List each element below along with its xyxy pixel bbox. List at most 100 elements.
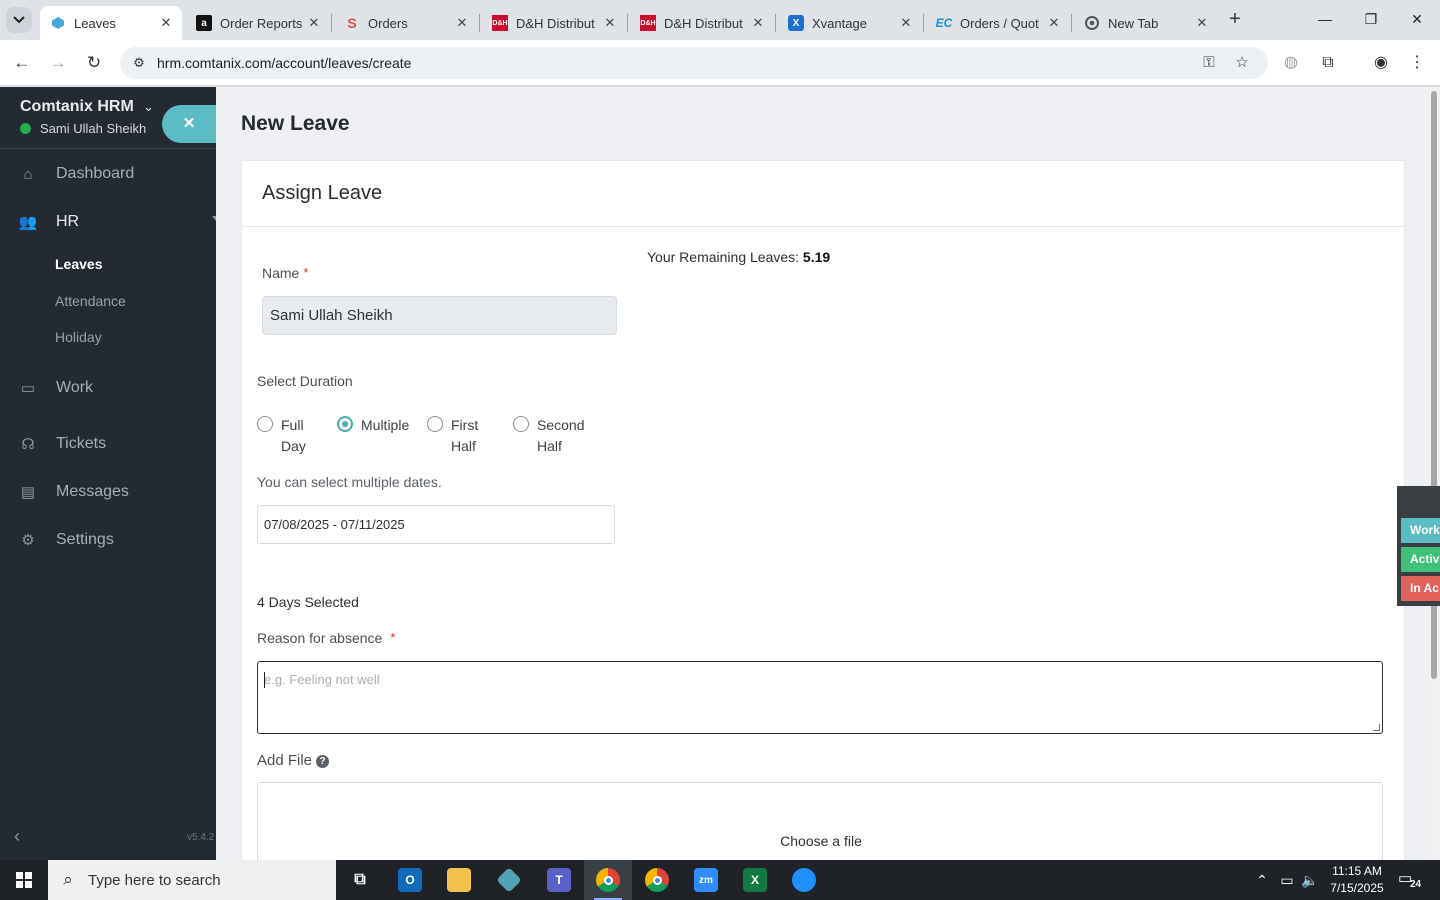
minimize-icon[interactable]: — xyxy=(1314,8,1336,30)
sidebar-item-label: Tickets xyxy=(56,435,107,452)
profile-icon[interactable]: ◉ xyxy=(1370,52,1392,74)
date-range-input[interactable]: 07/08/2025 - 07/11/2025 xyxy=(257,505,615,544)
browser-tab-dh-2[interactable]: D&H D&H Distribut ✕ xyxy=(630,6,774,40)
taskbar-search-box[interactable]: ⌕ Type here to search xyxy=(48,860,336,900)
status-chip-active[interactable]: Activ xyxy=(1401,547,1440,572)
address-bar[interactable]: ⚙ hrm.comtanix.com/account/leaves/create… xyxy=(120,47,1268,79)
sidebar-item-work[interactable]: ▭ Work xyxy=(0,368,216,408)
days-selected-count: 4 Days Selected xyxy=(257,594,359,610)
sidebar-item-tickets[interactable]: ☊ Tickets xyxy=(0,424,216,464)
key-icon[interactable]: ⚿ xyxy=(1198,53,1220,73)
close-icon[interactable]: ✕ xyxy=(602,15,618,31)
duration-second-half-radio[interactable]: Second Half xyxy=(513,415,597,457)
chrome-taskbar-icon-1[interactable] xyxy=(584,860,632,900)
add-file-label-text: Add File xyxy=(257,752,313,769)
close-icon[interactable]: ✕ xyxy=(1194,15,1210,31)
resize-handle[interactable] xyxy=(1373,724,1380,731)
duration-first-half-radio[interactable]: First Half xyxy=(427,415,503,457)
sidebar-subitem-attendance[interactable]: Attendance xyxy=(55,293,126,309)
chrome-icon xyxy=(1084,15,1100,31)
notifications-icon[interactable]: ▭ 24 xyxy=(1398,869,1422,891)
address-url: hrm.comtanix.com/account/leaves/create xyxy=(157,55,412,71)
volume-icon[interactable]: 🔈 xyxy=(1299,860,1321,900)
teams-icon[interactable]: T xyxy=(535,860,583,900)
site-settings-icon[interactable]: ⚙ xyxy=(130,54,148,72)
duration-multiple-radio[interactable]: Multiple xyxy=(337,415,421,436)
chrome-taskbar-icon-2[interactable] xyxy=(633,860,681,900)
duration-full-day-radio[interactable]: Full Day xyxy=(257,415,333,457)
add-file-label: Add File? xyxy=(257,752,330,769)
main-content: New Leave Assign Leave Name * Sami Ullah … xyxy=(216,87,1428,860)
dh-icon: D&H xyxy=(492,15,508,31)
sidebar-subitem-leaves[interactable]: Leaves xyxy=(55,256,102,272)
headset-icon: ☊ xyxy=(21,436,35,453)
sidebar-subitem-holiday[interactable]: Holiday xyxy=(55,329,102,345)
name-field[interactable]: Sami Ullah Sheikh xyxy=(262,296,617,335)
zoom-icon[interactable]: zm xyxy=(682,860,730,900)
assign-leave-card: Assign Leave Name * Sami Ullah Sheikh You… xyxy=(241,160,1406,860)
network-icon[interactable]: ▭ xyxy=(1276,860,1298,900)
reason-textarea[interactable]: e.g. Feeling not well xyxy=(257,661,1383,734)
chat-icon: ▤ xyxy=(20,484,36,501)
file-explorer-icon[interactable] xyxy=(435,860,483,900)
new-tab-button[interactable]: + xyxy=(1224,8,1246,30)
chevron-down-icon xyxy=(13,16,25,24)
current-user-name: Sami Ullah Sheikh xyxy=(40,121,147,136)
browser-tab-new-tab[interactable]: New Tab ✕ xyxy=(1074,6,1218,40)
bookmark-star-icon[interactable]: ☆ xyxy=(1231,53,1253,73)
back-icon[interactable]: ← xyxy=(11,52,33,74)
sidebar-item-hr[interactable]: 👥 HR xyxy=(0,202,216,242)
browser-tab-orders[interactable]: S Orders ✕ xyxy=(334,6,478,40)
menu-dots-icon[interactable]: ⋮ xyxy=(1406,52,1428,74)
clock-date: 7/15/2025 xyxy=(1330,881,1384,895)
sidebar-item-dashboard[interactable]: ⌂ Dashboard xyxy=(0,154,216,194)
task-view-icon[interactable]: ⧉ xyxy=(336,860,384,900)
browser-tab-dh-1[interactable]: D&H D&H Distribut ✕ xyxy=(482,6,626,40)
browser-tab-order-reports[interactable]: a Order Reports ✕ xyxy=(186,6,330,40)
page-scrollbar[interactable] xyxy=(1428,87,1440,860)
radio-button[interactable] xyxy=(513,416,529,432)
close-icon[interactable]: ✕ xyxy=(1046,15,1062,31)
sidebar-item-messages[interactable]: ▤ Messages xyxy=(0,472,216,512)
taskbar-clock[interactable]: 11:15 AM 7/15/2025 xyxy=(1326,863,1388,897)
start-button[interactable] xyxy=(0,860,48,900)
chevron-down-icon[interactable]: ⌄ xyxy=(143,99,154,115)
translate-icon[interactable]: ◍ xyxy=(1280,52,1302,74)
status-chip-work[interactable]: Work xyxy=(1401,518,1440,543)
radio-button[interactable] xyxy=(427,416,443,432)
close-icon[interactable]: ✕ xyxy=(158,15,174,31)
radio-button-checked[interactable] xyxy=(337,416,353,432)
brand-name[interactable]: Comtanix HRM xyxy=(20,98,134,116)
tray-overflow-icon[interactable]: ⌃ xyxy=(1252,860,1272,900)
collapse-sidebar-icon[interactable]: ‹ xyxy=(14,826,20,847)
help-icon[interactable]: ? xyxy=(316,754,330,768)
multiple-dates-hint: You can select multiple dates. xyxy=(257,474,442,490)
close-icon[interactable]: ✕ xyxy=(306,15,322,31)
close-icon[interactable]: ✕ xyxy=(454,15,470,31)
online-status-dot xyxy=(20,123,31,134)
outlook-icon[interactable]: O xyxy=(386,860,434,900)
reload-icon[interactable]: ↻ xyxy=(83,52,105,74)
excel-icon[interactable]: X xyxy=(731,860,779,900)
required-asterisk: * xyxy=(390,630,396,645)
browser-tab-xvantage[interactable]: X Xvantage ✕ xyxy=(778,6,922,40)
windows-logo-icon xyxy=(16,872,32,888)
sidebar-close-button[interactable]: ✕ xyxy=(162,105,216,143)
close-icon[interactable]: ✕ xyxy=(750,15,766,31)
status-chip-inactive[interactable]: In Ac xyxy=(1401,576,1440,601)
app-diamond-icon[interactable] xyxy=(485,860,533,900)
close-icon[interactable]: ✕ xyxy=(898,15,914,31)
browser-tab-leaves[interactable]: Leaves ✕ xyxy=(40,6,182,40)
browser-tab-orders-quotes[interactable]: EC Orders / Quot ✕ xyxy=(926,6,1070,40)
app-blue-icon[interactable] xyxy=(780,860,828,900)
radio-button[interactable] xyxy=(257,416,273,432)
sidebar-item-settings[interactable]: ⚙ Settings xyxy=(0,520,216,560)
page-title: New Leave xyxy=(241,112,350,135)
restore-icon[interactable]: ❐ xyxy=(1360,8,1382,30)
tab-search-button[interactable] xyxy=(6,7,32,33)
extensions-icon[interactable]: ⧉ xyxy=(1317,52,1339,74)
forward-icon[interactable]: → xyxy=(47,52,69,74)
window-close-icon[interactable]: ✕ xyxy=(1406,8,1428,30)
browser-toolbar: ← → ↻ ⚙ hrm.comtanix.com/account/leaves/… xyxy=(0,40,1440,86)
file-dropzone[interactable]: Choose a file xyxy=(257,782,1383,860)
